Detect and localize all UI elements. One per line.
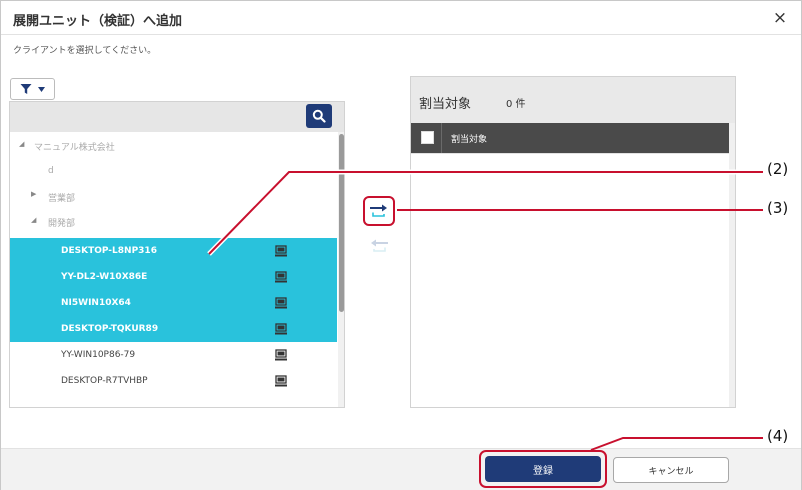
assigned-panel: 割当対象 0 件 割当対象 <box>410 76 736 408</box>
tree-node-root[interactable]: マニュアル株式会社 <box>34 140 115 153</box>
close-button[interactable]: × <box>769 7 791 29</box>
pc-icon <box>275 349 287 361</box>
pc-icon <box>275 375 287 387</box>
pc-icon <box>275 271 287 283</box>
client-name: DESKTOP-R7TVHBP <box>61 376 148 386</box>
callout-label-2: (2) <box>767 160 789 178</box>
search-button[interactable] <box>306 104 332 128</box>
client-row[interactable]: NI5WIN10X64 <box>10 290 337 316</box>
move-to-assigned-button[interactable] <box>363 196 395 226</box>
client-name: YY-WIN10P86-79 <box>61 350 136 360</box>
assigned-column-header: 割当対象 <box>451 135 488 145</box>
tree-collapse-icon[interactable]: ▶ <box>31 190 36 198</box>
scrollbar-thumb[interactable] <box>339 134 344 312</box>
instruction-text: クライアントを選択してください。 <box>13 46 157 56</box>
client-row[interactable]: DESKTOP-TQKUR89 <box>10 316 337 342</box>
callout-label-4: (4) <box>767 427 789 445</box>
dialog-title: 展開ユニット（検証）へ追加 <box>13 14 183 29</box>
client-row[interactable]: DESKTOP-R7TVHBP <box>10 368 337 394</box>
client-row[interactable]: DESKTOP-L8NP316 <box>10 238 337 264</box>
cancel-button[interactable]: キャンセル <box>613 457 729 483</box>
client-name: YY-DL2-W10X86E <box>61 272 148 282</box>
transfer-left-icon <box>371 239 388 252</box>
client-tree-panel: ◢ マニュアル株式会社 d ▶ 営業部 ◢ 開発部 DESKTOP-L8NP31… <box>9 101 345 408</box>
assigned-header: 割当対象 0 件 <box>411 77 735 123</box>
tree-node-d[interactable]: d <box>48 166 54 176</box>
add-to-deployment-unit-dialog: 展開ユニット（検証）へ追加 × クライアントを選択してください。 ◢ マニュアル… <box>0 0 802 490</box>
client-row[interactable]: YY-WIN10P86-79 <box>10 342 337 368</box>
filter-button[interactable] <box>10 78 55 100</box>
pc-icon <box>275 245 287 257</box>
dialog-title-bar: 展開ユニット（検証）へ追加 × <box>1 1 801 35</box>
scrollbar-track[interactable] <box>729 123 735 407</box>
client-name: DESKTOP-L8NP316 <box>61 246 157 256</box>
column-divider <box>441 123 442 153</box>
callout-label-3: (3) <box>767 199 789 217</box>
search-bar <box>10 102 344 132</box>
pc-icon <box>275 323 287 335</box>
tree-node-sales[interactable]: 営業部 <box>48 191 75 204</box>
assigned-table-header: 割当対象 <box>411 123 729 153</box>
assigned-title: 割当対象 <box>419 97 472 112</box>
tree-node-dev[interactable]: 開発部 <box>48 216 75 229</box>
assigned-count: 0 件 <box>506 99 526 110</box>
client-name: DESKTOP-TQKUR89 <box>61 324 159 334</box>
chevron-down-icon <box>38 86 45 92</box>
client-row[interactable]: YY-DL2-W10X86E <box>10 264 337 290</box>
tree-expand-icon[interactable]: ◢ <box>19 140 24 148</box>
tree-expand-icon[interactable]: ◢ <box>31 216 36 224</box>
register-button[interactable]: 登録 <box>485 456 601 482</box>
move-to-source-button[interactable] <box>367 235 391 257</box>
filter-icon <box>20 84 32 94</box>
client-name: NI5WIN10X64 <box>61 298 131 308</box>
transfer-right-icon <box>370 204 387 217</box>
select-all-checkbox[interactable] <box>421 131 434 144</box>
pc-icon <box>275 297 287 309</box>
search-icon <box>312 109 326 123</box>
table-row-divider <box>411 153 729 154</box>
